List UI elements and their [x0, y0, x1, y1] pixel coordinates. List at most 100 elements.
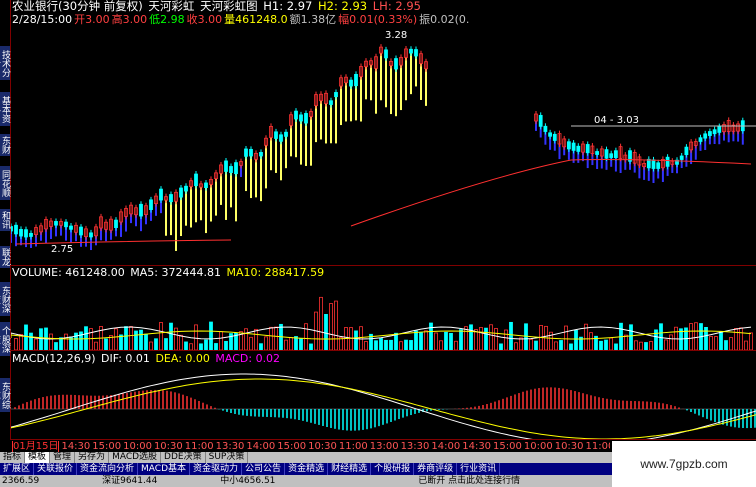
extension-tab[interactable]: 个股研报 [371, 463, 415, 475]
indicator-tab[interactable]: MACD选股 [109, 452, 162, 463]
extension-tab[interactable]: 资金流向分析 [77, 463, 139, 475]
candle-body [585, 144, 590, 154]
volume-bar [514, 342, 518, 350]
volume-bar [444, 331, 448, 350]
indicator-tab[interactable]: 指标 [0, 452, 26, 463]
time-axis-label: 13:30 [400, 441, 430, 452]
indicator-tab[interactable]: 模板 [25, 452, 51, 463]
indicator-tab[interactable]: 管理 [50, 452, 76, 463]
volume-bar [309, 343, 313, 350]
lh-value: LH: 2.95 [372, 0, 421, 13]
sidebar-tab-lianlong[interactable]: 联龙 [0, 246, 10, 268]
info-close: 收3.00 [186, 13, 223, 26]
candle-body [576, 145, 581, 152]
sidebar-tab-basic[interactable]: 基本资料 [0, 92, 10, 126]
volume-bar [259, 343, 263, 350]
volume-bar [474, 329, 478, 350]
time-axis-label: 10:30 [554, 441, 584, 452]
sidebar-tab-tech[interactable]: 技术分析 [0, 46, 10, 80]
candle-body [354, 73, 358, 87]
candle-body [64, 221, 68, 228]
indicator-name[interactable]: 天河彩虹 [148, 0, 194, 13]
candle-body [29, 232, 33, 237]
volume-bar [134, 330, 138, 350]
volume-bar [29, 332, 33, 350]
volume-chart[interactable] [11, 278, 756, 350]
candle-body [384, 49, 388, 59]
status-connection[interactable]: 已断开 点击此处连接行情 [418, 476, 520, 486]
candle-body [114, 219, 118, 228]
volume-bar [119, 334, 123, 350]
volume-bar [124, 326, 128, 350]
price-chart[interactable] [11, 26, 756, 265]
candle-body [708, 131, 712, 136]
extension-tab[interactable]: 财经精选 [328, 463, 372, 475]
extension-tab[interactable]: 公司公告 [242, 463, 286, 475]
sidebar-tab-stock-depth[interactable]: 个股深度 [0, 322, 10, 356]
candle-body [14, 224, 18, 235]
macd-chart[interactable] [11, 364, 756, 439]
volume-bar [734, 328, 738, 350]
candle-body [409, 48, 413, 54]
volume-bar [389, 339, 393, 350]
sidebar-tab-ths[interactable]: 同花顺 [0, 166, 10, 200]
time-axis-label: 10:30 [308, 441, 337, 452]
time-axis-label: 14:00 [246, 441, 276, 452]
volume-bar [334, 300, 338, 350]
extension-tab[interactable]: 行业资讯 [457, 463, 501, 475]
volume-bar [324, 314, 328, 350]
volume-bar [399, 341, 403, 350]
extension-tab[interactable]: MACD基本 [138, 463, 191, 475]
candle-body [24, 229, 28, 238]
candle-body [279, 134, 283, 142]
candle-body [194, 173, 198, 187]
time-axis-label: 13:00 [369, 441, 399, 452]
extension-tab[interactable]: 资金精选 [285, 463, 329, 475]
volume-bar [264, 336, 268, 350]
candle-body [656, 162, 661, 169]
extension-tab[interactable]: 关联报价 [34, 463, 78, 475]
sidebar-tab-hexun[interactable]: 和讯 [0, 209, 10, 231]
sidebar-tab-eastmoney[interactable]: 东财 [0, 134, 10, 156]
sidebar-tab-dc-variety[interactable]: 东财综艺 [0, 378, 10, 412]
volume-bar [489, 324, 493, 350]
indicator-tab[interactable]: SUP决策 [206, 452, 249, 463]
low-price-label: 2.75 [51, 244, 74, 255]
info-datetime: 2/28/15:00 [12, 13, 73, 26]
volume-bar [299, 338, 303, 350]
candle-body [604, 149, 609, 159]
volume-bar [39, 328, 43, 350]
candle-body [159, 188, 163, 201]
h1-value: H1: 2.97 [263, 0, 313, 13]
indicator-tab[interactable]: DDE决策 [161, 452, 206, 463]
extension-tab[interactable]: 扩展区 [0, 463, 35, 475]
indicator-name-2[interactable]: 天河彩虹图 [200, 0, 258, 13]
candle-body [244, 148, 248, 157]
volume-bar [454, 340, 458, 350]
indicator-tab-bar: 指标 模板 管理 另存为 MACD选股 DDE决策 SUP决策 [0, 452, 612, 463]
time-axis-label: 15:00 [277, 441, 307, 452]
volume-bar [149, 341, 153, 350]
extension-tab[interactable]: 资金驱动力 [190, 463, 243, 475]
time-axis-label: 14:30 [61, 441, 91, 452]
candle-body [139, 203, 143, 217]
candle-body [274, 131, 278, 139]
extension-tab[interactable]: 券商评级 [414, 463, 458, 475]
candle-body [684, 146, 689, 156]
volume-bar [339, 337, 343, 350]
volume-bar [94, 341, 98, 350]
candle-body [614, 150, 618, 158]
candle-body [234, 162, 238, 175]
indicator-tab[interactable]: 另存为 [75, 452, 110, 463]
volume-bar [574, 329, 578, 350]
volume-bar [284, 339, 288, 350]
volume-bar [349, 327, 353, 350]
volume-bar [89, 328, 93, 350]
volume-bar [14, 337, 18, 350]
candle-body [703, 133, 708, 139]
volume-bar [164, 338, 168, 350]
candle-body [229, 166, 233, 173]
volume-bar [614, 343, 618, 350]
sidebar-tab-dc-depth[interactable]: 东财深度 [0, 282, 10, 316]
volume-bar [354, 330, 358, 350]
